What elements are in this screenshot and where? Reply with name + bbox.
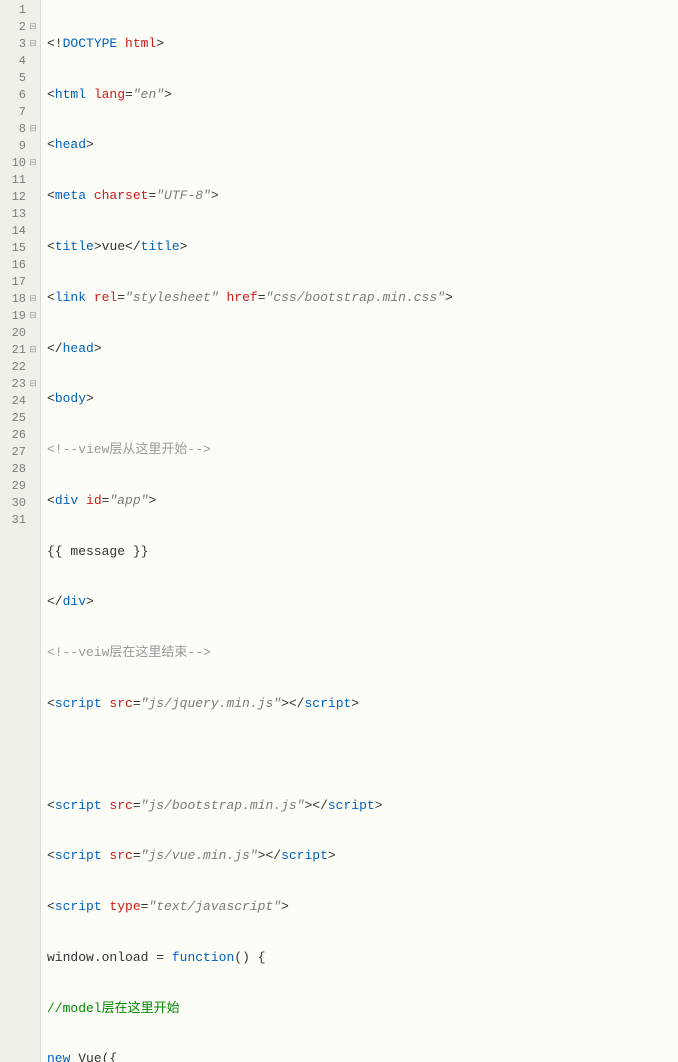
code-line[interactable]: <script src="js/vue.min.js"></script>: [47, 848, 678, 865]
code-line[interactable]: <meta charset="UTF-8">: [47, 188, 678, 205]
gutter-line[interactable]: 6: [0, 87, 40, 104]
gutter-line[interactable]: 7: [0, 104, 40, 121]
code-line[interactable]: <html lang="en">: [47, 87, 678, 104]
gutter-line[interactable]: 29: [0, 478, 40, 495]
gutter-line[interactable]: 17: [0, 274, 40, 291]
gutter-line[interactable]: 22: [0, 359, 40, 376]
code-line[interactable]: {{ message }}: [47, 544, 678, 561]
gutter-line[interactable]: 12: [0, 189, 40, 206]
gutter-line[interactable]: 5: [0, 70, 40, 87]
gutter-line[interactable]: 28: [0, 461, 40, 478]
fold-icon[interactable]: ⊟: [28, 294, 38, 306]
fold-icon[interactable]: ⊟: [28, 379, 38, 391]
gutter-line[interactable]: 18⊟: [0, 291, 40, 308]
fold-icon[interactable]: ⊟: [28, 22, 38, 34]
gutter-line[interactable]: 26: [0, 427, 40, 444]
gutter-line[interactable]: 20: [0, 325, 40, 342]
gutter-line[interactable]: 25: [0, 410, 40, 427]
gutter-line[interactable]: 19⊟: [0, 308, 40, 325]
code-line[interactable]: //model层在这里开始: [47, 1001, 678, 1018]
code-line[interactable]: [47, 747, 678, 764]
code-line[interactable]: <script src="js/bootstrap.min.js"></scri…: [47, 798, 678, 815]
code-line[interactable]: <script type="text/javascript">: [47, 899, 678, 916]
gutter-line[interactable]: 31: [0, 512, 40, 529]
gutter-line[interactable]: 1: [0, 2, 40, 19]
gutter-line[interactable]: 15: [0, 240, 40, 257]
code-line[interactable]: <div id="app">: [47, 493, 678, 510]
gutter-line[interactable]: 2⊟: [0, 19, 40, 36]
gutter-line[interactable]: 3⊟: [0, 36, 40, 53]
code-line[interactable]: <!DOCTYPE html>: [47, 36, 678, 53]
code-line[interactable]: new Vue({: [47, 1051, 678, 1062]
gutter-line[interactable]: 13: [0, 206, 40, 223]
code-line[interactable]: <script src="js/jquery.min.js"></script>: [47, 696, 678, 713]
code-line[interactable]: </div>: [47, 594, 678, 611]
code-line[interactable]: window.onload = function() {: [47, 950, 678, 967]
fold-icon[interactable]: ⊟: [28, 39, 38, 51]
gutter-line[interactable]: 30: [0, 495, 40, 512]
gutter-line[interactable]: 8⊟: [0, 121, 40, 138]
gutter-line[interactable]: 4: [0, 53, 40, 70]
gutter-line[interactable]: 21⊟: [0, 342, 40, 359]
code-line[interactable]: <title>vue</title>: [47, 239, 678, 256]
code-line[interactable]: <!--view层从这里开始-->: [47, 442, 678, 459]
code-area[interactable]: <!DOCTYPE html> <html lang="en"> <head> …: [41, 0, 678, 1062]
code-line[interactable]: </head>: [47, 340, 678, 357]
code-line[interactable]: <link rel="stylesheet" href="css/bootstr…: [47, 290, 678, 307]
gutter-line[interactable]: 23⊟: [0, 376, 40, 393]
fold-icon[interactable]: ⊟: [28, 345, 38, 357]
gutter-line[interactable]: 27: [0, 444, 40, 461]
code-line[interactable]: <!--veiw层在这里结束-->: [47, 645, 678, 662]
gutter-line[interactable]: 11: [0, 172, 40, 189]
gutter-line[interactable]: 24: [0, 393, 40, 410]
fold-icon[interactable]: ⊟: [28, 158, 38, 170]
line-gutter: 1 2⊟ 3⊟ 4 5 6 7 8⊟ 9 10⊟ 11 12 13 14 15 …: [0, 0, 41, 1062]
gutter-line[interactable]: 9: [0, 138, 40, 155]
code-line[interactable]: <body>: [47, 391, 678, 408]
fold-icon[interactable]: ⊟: [28, 311, 38, 323]
gutter-line[interactable]: 16: [0, 257, 40, 274]
code-line[interactable]: <head>: [47, 137, 678, 154]
gutter-line[interactable]: 14: [0, 223, 40, 240]
fold-icon[interactable]: ⊟: [28, 124, 38, 136]
code-editor: 1 2⊟ 3⊟ 4 5 6 7 8⊟ 9 10⊟ 11 12 13 14 15 …: [0, 0, 678, 1062]
gutter-line[interactable]: 10⊟: [0, 155, 40, 172]
